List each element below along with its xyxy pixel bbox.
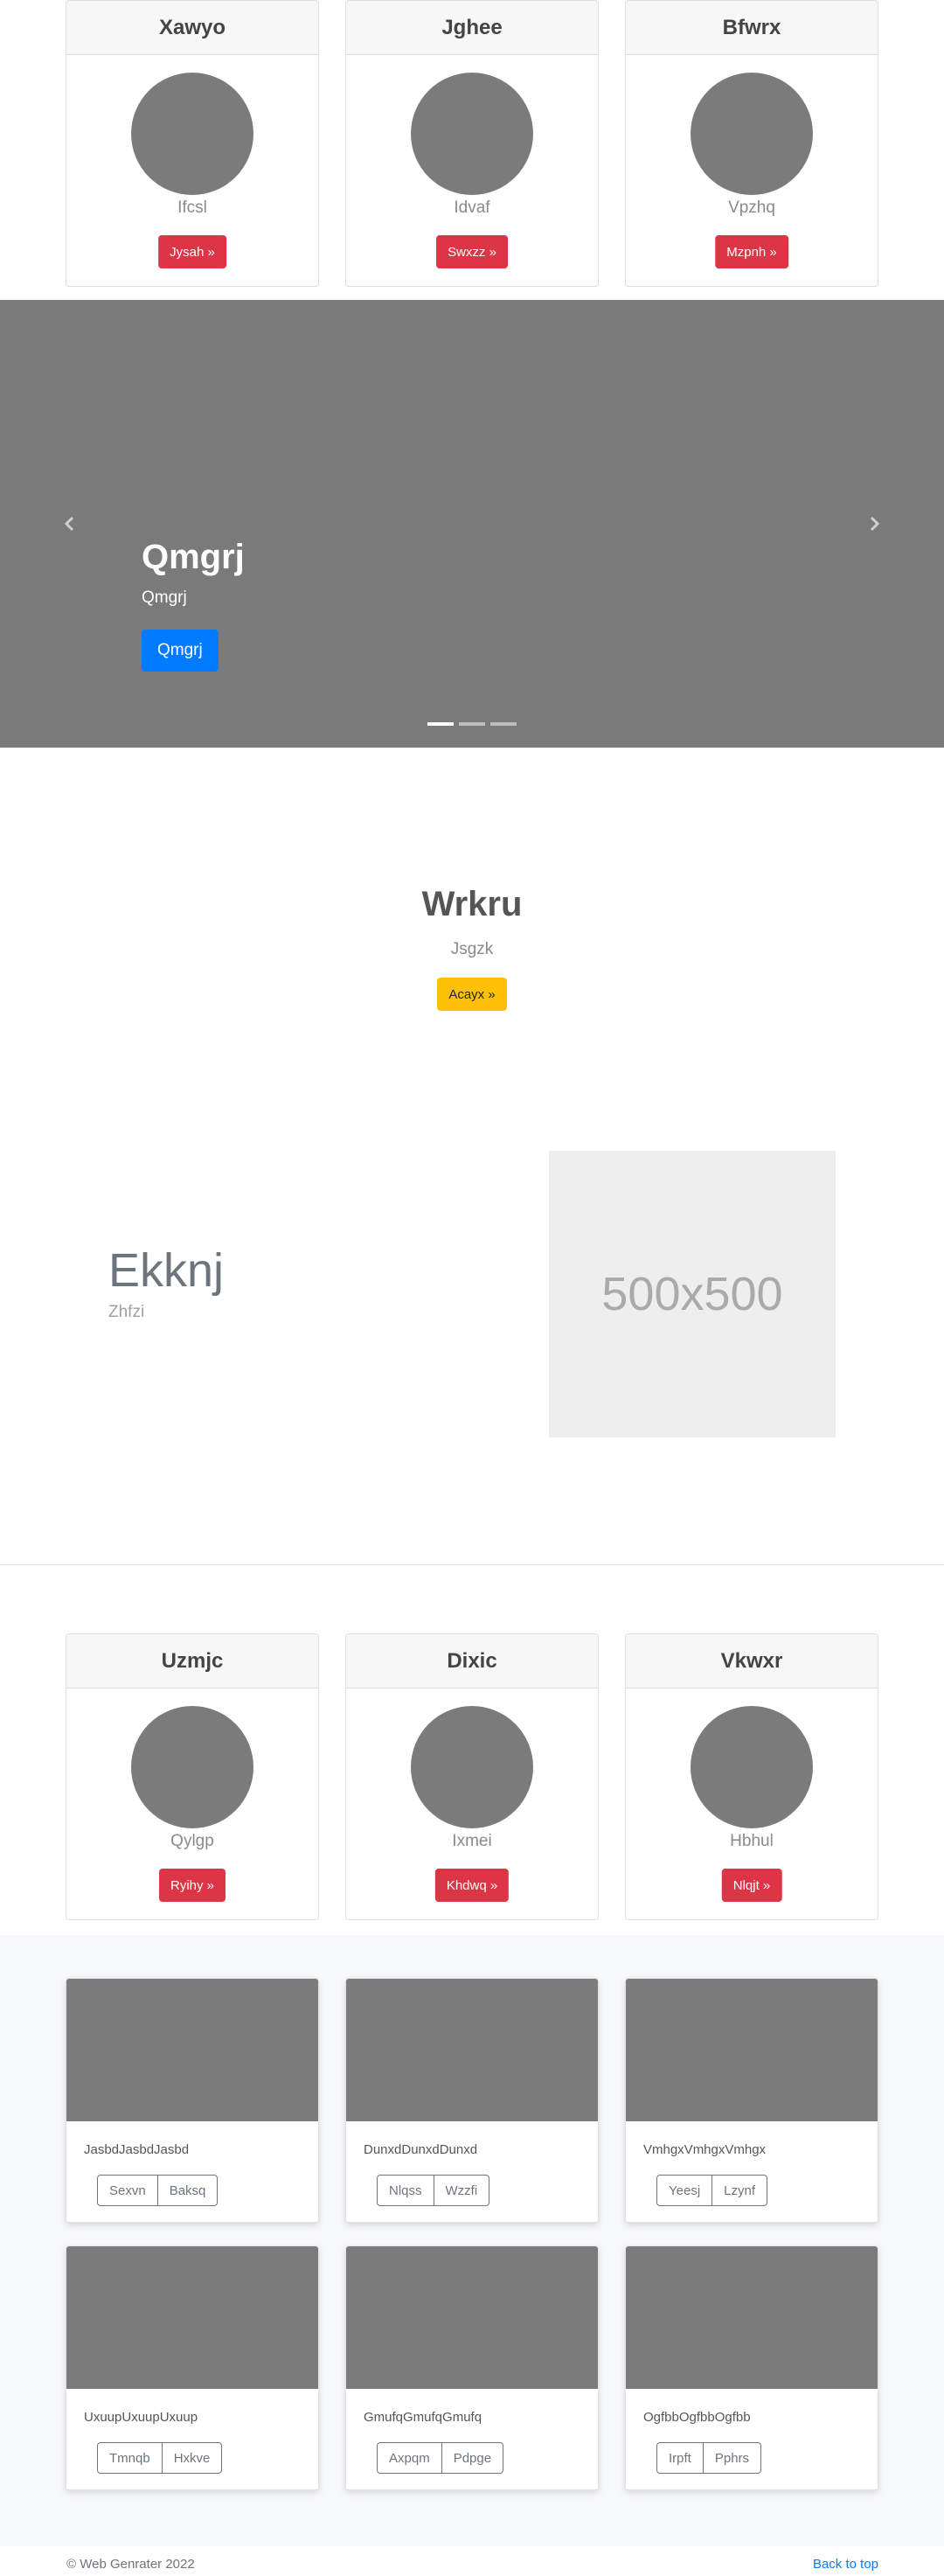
card-text: UxuupUxuupUxuup (84, 2410, 198, 2425)
carousel-indicator[interactable] (427, 722, 454, 726)
carousel-caption-text: Qmgrj (142, 588, 187, 607)
feature-lead: Zhfzi (108, 1303, 145, 1321)
card-action-button[interactable]: Wzzfi (434, 2175, 490, 2206)
card-button-group: Sexvn Baksq (97, 2175, 219, 2206)
section-divider (0, 1564, 944, 1565)
album-card: VmhgxVmhgxVmhgx Yeesj Lzynf (625, 1978, 878, 2223)
card-action-button[interactable]: Sexvn (97, 2175, 158, 2206)
card-title: Vkwxr (626, 1634, 878, 1688)
avatar (411, 73, 533, 195)
avatar (131, 73, 253, 195)
profile-card: Xawyo Ifcsl Jysah » (66, 0, 319, 287)
card-button-group: Irpft Pphrs (656, 2442, 762, 2474)
carousel-indicator[interactable] (459, 722, 485, 726)
card-action-button[interactable]: Pphrs (703, 2442, 762, 2474)
jumbotron-button[interactable]: Acayx » (437, 978, 507, 1011)
card-title: Uzmjc (66, 1634, 318, 1688)
chevron-left-icon (64, 516, 74, 532)
back-to-top-link[interactable]: Back to top (813, 2557, 878, 2572)
card-action-button[interactable]: Hxkve (162, 2442, 223, 2474)
card-action-button[interactable]: Tmnqb (97, 2442, 163, 2474)
album-section: JasbdJasbdJasbd Sexvn Baksq DunxdDunxdDu… (0, 1935, 944, 2546)
card-title: Xawyo (66, 1, 318, 55)
carousel-indicator[interactable] (490, 722, 517, 726)
card-button[interactable]: Mzpnh » (715, 235, 788, 268)
card-button-group: Yeesj Lzynf (656, 2175, 768, 2206)
card-thumbnail (66, 1979, 318, 2121)
card-button[interactable]: Swxzz » (436, 235, 508, 268)
card-title: Dixic (346, 1634, 598, 1688)
chevron-right-icon (870, 516, 880, 532)
card-text: VmhgxVmhgxVmhgx (643, 2142, 767, 2157)
card-button-group: Tmnqb Hxkve (97, 2442, 223, 2474)
card-action-button[interactable]: Lzynf (712, 2175, 768, 2206)
card-text: OgfbbOgfbbOgfbb (643, 2410, 751, 2425)
card-thumbnail (346, 2246, 598, 2389)
album-card: DunxdDunxdDunxd Nlqss Wzzfi (345, 1978, 599, 2223)
card-subtitle: Qylgp (170, 1832, 214, 1850)
album-card: OgfbbOgfbbOgfbb Irpft Pphrs (625, 2245, 878, 2490)
card-action-button[interactable]: Pdpge (441, 2442, 504, 2474)
card-subtitle: Vpzhq (728, 198, 775, 217)
card-button[interactable]: Khdwq » (434, 1869, 510, 1902)
card-text: DunxdDunxdDunxd (364, 2142, 478, 2157)
card-action-button[interactable]: Nlqss (377, 2175, 434, 2206)
card-subtitle: Hbhul (730, 1832, 774, 1850)
card-text: JasbdJasbdJasbd (84, 2142, 190, 2157)
card-thumbnail (626, 1979, 878, 2121)
card-button[interactable]: Jysah » (158, 235, 226, 268)
carousel-prev-button[interactable] (17, 300, 122, 748)
card-button-group: Nlqss Wzzfi (377, 2175, 490, 2206)
album-card: JasbdJasbdJasbd Sexvn Baksq (66, 1978, 319, 2223)
avatar (691, 73, 813, 195)
profile-card: Bfwrx Vpzhq Mzpnh » (625, 0, 878, 287)
avatar (691, 1706, 813, 1828)
card-subtitle: Ixmei (452, 1832, 492, 1850)
card-title: Bfwrx (626, 1, 878, 55)
album-card: UxuupUxuupUxuup Tmnqb Hxkve (66, 2245, 319, 2490)
card-button-group: Axpqm Pdpge (377, 2442, 504, 2474)
card-action-button[interactable]: Baksq (157, 2175, 219, 2206)
carousel-caption-title: Qmgrj (142, 538, 245, 576)
profile-card: Jghee Idvaf Swxzz » (345, 0, 599, 287)
card-action-button[interactable]: Irpft (656, 2442, 704, 2474)
profile-card: Dixic Ixmei Khdwq » (345, 1633, 599, 1920)
profile-card: Vkwxr Hbhul Nlqjt » (625, 1633, 878, 1920)
card-thumbnail (66, 2246, 318, 2389)
carousel-next-button[interactable] (822, 300, 927, 748)
profile-card: Uzmjc Qylgp Ryihy » (66, 1633, 319, 1920)
card-action-button[interactable]: Yeesj (656, 2175, 713, 2206)
jumbotron-title: Wrkru (421, 885, 523, 923)
card-button[interactable]: Nlqjt » (721, 1869, 782, 1902)
card-thumbnail (346, 1979, 598, 2121)
card-action-button[interactable]: Axpqm (377, 2442, 442, 2474)
card-thumbnail (626, 2246, 878, 2389)
card-subtitle: Ifcsl (177, 198, 207, 217)
feature-heading: Ekknj (108, 1244, 225, 1297)
card-title: Jghee (346, 1, 598, 55)
album-card: GmufqGmufqGmufq Axpqm Pdpge (345, 2245, 599, 2490)
avatar (411, 1706, 533, 1828)
feature-image-placeholder: 500x500 (549, 1151, 836, 1438)
card-text: GmufqGmufqGmufq (364, 2410, 482, 2425)
jumbotron-subtitle: Jsgzk (450, 940, 494, 958)
carousel: Qmgrj Qmgrj Qmgrj (0, 300, 944, 748)
avatar (131, 1706, 253, 1828)
card-button[interactable]: Ryihy » (158, 1869, 226, 1902)
card-subtitle: Idvaf (454, 198, 490, 217)
carousel-caption-button[interactable]: Qmgrj (142, 630, 219, 672)
footer-copyright: © Web Genrater 2022 (66, 2557, 195, 2572)
